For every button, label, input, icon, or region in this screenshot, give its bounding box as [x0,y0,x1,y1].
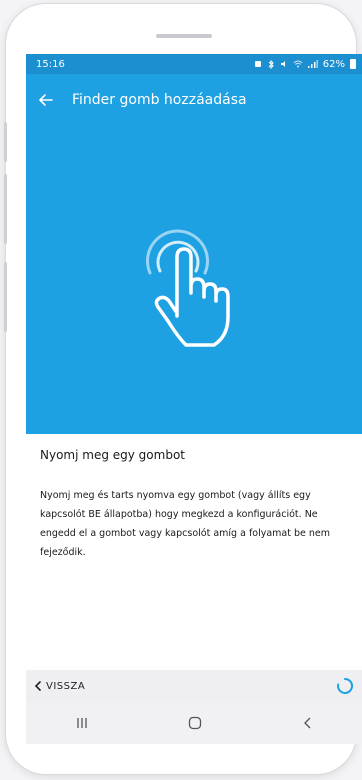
volume-button [4,174,7,244]
hero-illustration [26,126,362,434]
instructions-text: Nyomj meg és tarts nyomva egy gombot (va… [40,490,331,558]
back-chevron-icon [303,717,311,729]
bluetooth-icon [268,59,274,69]
page-title: Finder gomb hozzáadása [72,92,247,108]
status-time: 15:16 [36,58,65,70]
battery-percentage: 62% [322,58,345,70]
recent-apps-button[interactable] [52,702,112,744]
chevron-left-icon [34,681,41,691]
home-button[interactable] [165,702,225,744]
battery-icon [350,59,356,69]
system-nav-bar [26,702,362,744]
instructions-heading: Nyomj meg egy gombot [40,448,185,462]
hand-press-icon [146,229,230,347]
footer-bar: VISSZA [26,670,362,702]
phone-frame: 15:16 62% Finder gomb hozzáadása Nyomj m… [4,4,362,774]
back-text-button[interactable]: VISSZA [34,681,85,692]
loading-spinner-icon [337,677,354,694]
wifi-icon [293,60,303,68]
phone-speaker [156,34,212,38]
status-icons: 62% [254,59,356,70]
signal-icon [307,60,318,68]
screen: 15:16 62% Finder gomb hozzáadása Nyomj m… [26,54,362,744]
bixby-button [4,262,7,332]
back-button[interactable] [26,74,66,126]
instructions-panel: Nyomj meg egy gombot Nyomj meg és tarts … [26,434,362,670]
app-bar: Finder gomb hozzáadása [26,74,362,126]
mute-icon [280,61,285,67]
volume-button [4,122,7,162]
back-label: VISSZA [46,680,86,692]
arrow-left-icon [39,94,53,106]
home-icon [188,716,202,730]
status-bar: 15:16 62% [26,54,362,74]
recent-apps-icon [77,718,87,728]
system-back-button[interactable] [278,702,338,744]
alarm-icon [254,61,261,67]
